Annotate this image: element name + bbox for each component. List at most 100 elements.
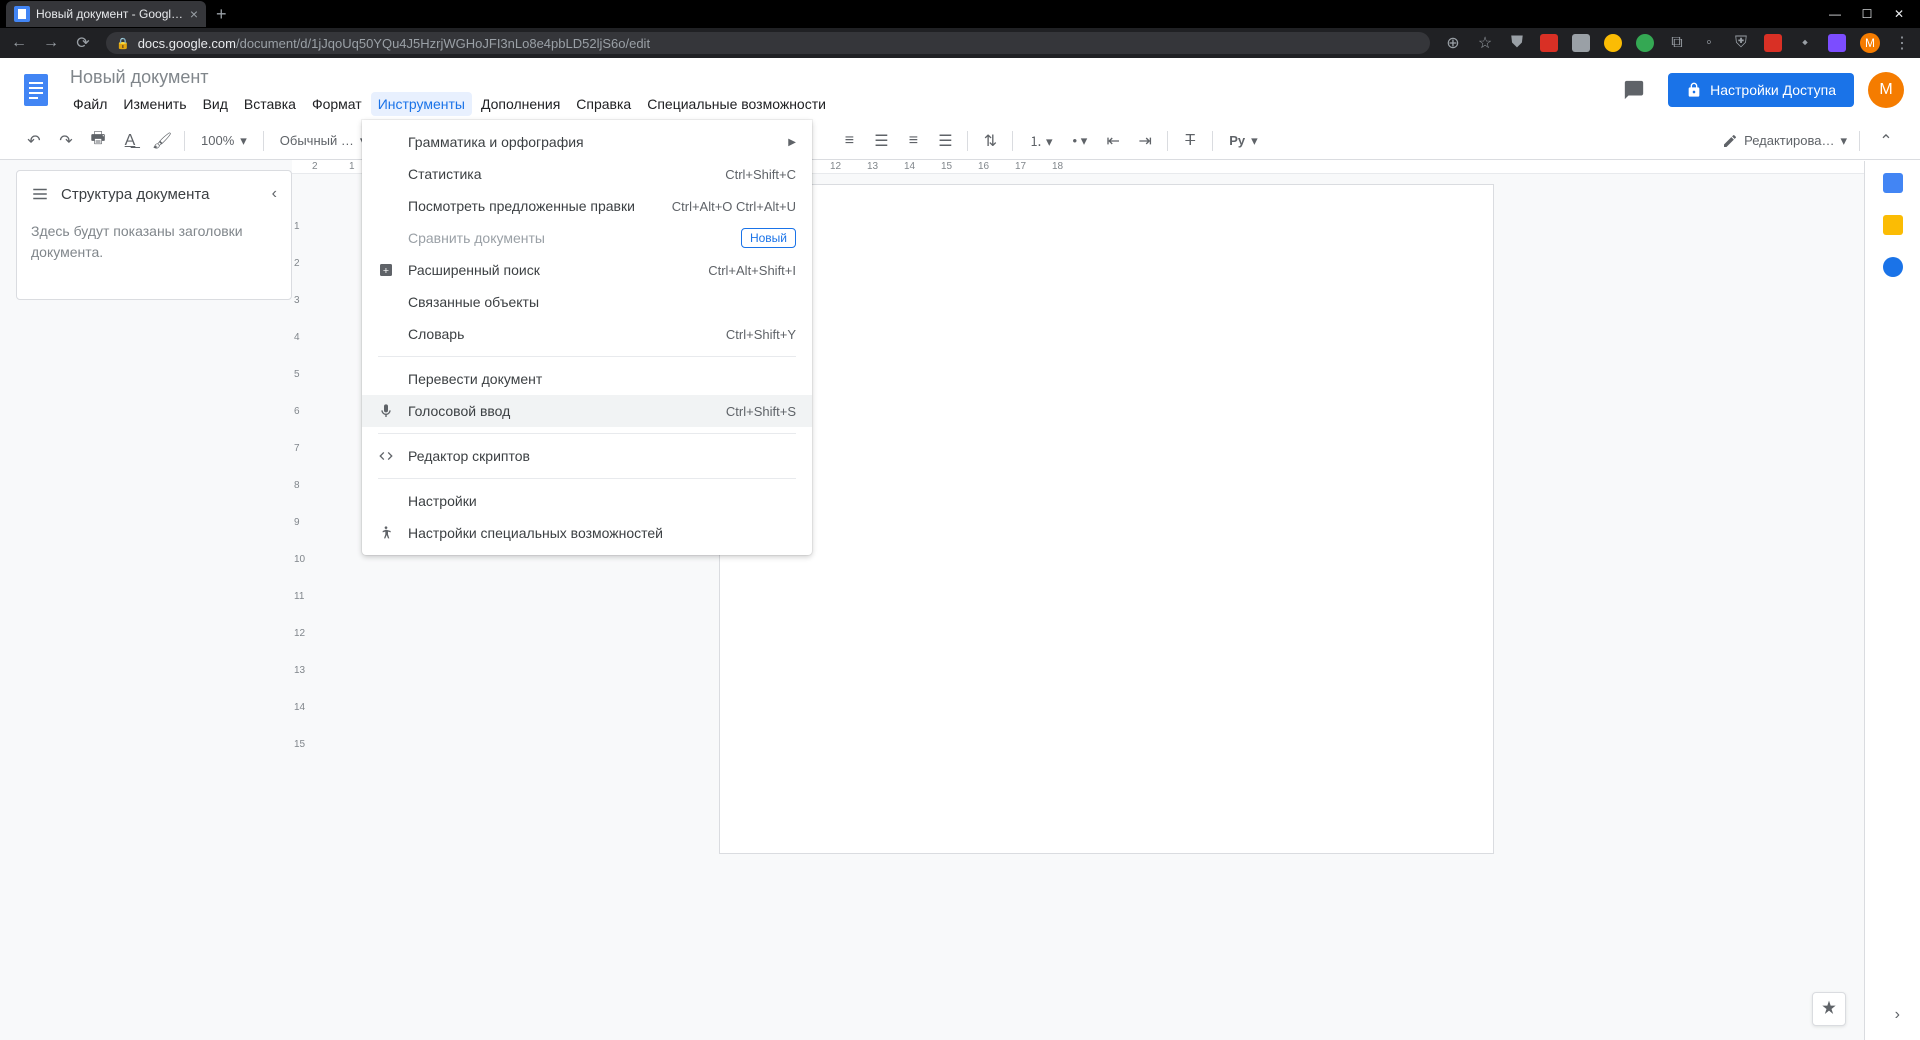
dropdown-item[interactable]: Грамматика и орфография▶ [362, 126, 812, 158]
extension-icon[interactable]: ⬩ [1796, 34, 1814, 52]
dropdown-item[interactable]: Перевести документ [362, 363, 812, 395]
dropdown-item[interactable]: Голосовой вводCtrl+Shift+S [362, 395, 812, 427]
lock-icon [1686, 82, 1702, 98]
pocket-icon[interactable]: ⛊ [1508, 34, 1526, 52]
explore-button[interactable] [1812, 992, 1846, 1026]
new-tab-button[interactable]: + [216, 4, 227, 25]
menu-item[interactable]: Справка [569, 92, 638, 116]
docs-logo-icon[interactable] [16, 70, 56, 110]
ruler-tick: 13 [294, 665, 305, 676]
nav-forward-icon[interactable]: → [42, 34, 60, 52]
browser-tab[interactable]: Новый документ - Google Доку × [6, 1, 206, 27]
editing-mode-select[interactable]: Редактирова… ▾ [1722, 133, 1847, 149]
window-maximize-icon[interactable]: ☐ [1860, 7, 1874, 21]
blank-icon [376, 196, 396, 216]
ruler-tick: 2 [294, 258, 300, 269]
menu-item[interactable]: Вид [196, 92, 235, 116]
collapse-toolbar-icon[interactable]: ⌃ [1872, 127, 1900, 155]
numbered-list-icon[interactable]: ⒈ ▾ [1021, 131, 1060, 150]
clear-formatting-icon[interactable]: T [1176, 127, 1204, 155]
ruler-tick: 8 [294, 480, 300, 491]
align-right-icon[interactable]: ≡ [899, 127, 927, 155]
menu-item[interactable]: Специальные возможности [640, 92, 833, 116]
redo-icon[interactable]: ↷ [52, 127, 80, 155]
zoom-icon[interactable]: ⊕ [1444, 33, 1462, 53]
vertical-ruler[interactable]: 123456789101112131415 [292, 174, 306, 1040]
nav-back-icon[interactable]: ← [10, 34, 28, 52]
dropdown-item[interactable]: Связанные объекты [362, 286, 812, 318]
document-page[interactable] [719, 184, 1494, 854]
url-input[interactable]: 🔒 docs.google.com/document/d/1jJqoUq50YQ… [106, 32, 1430, 54]
ruler-tick: 12 [294, 628, 305, 639]
align-justify-icon[interactable]: ☰ [931, 127, 959, 155]
ruler-tick: 15 [941, 161, 952, 172]
dropdown-item[interactable]: СтатистикаCtrl+Shift+C [362, 158, 812, 190]
share-button[interactable]: Настройки Доступа [1668, 73, 1854, 107]
account-avatar[interactable]: M [1868, 72, 1904, 108]
dropdown-item[interactable]: +Расширенный поискCtrl+Alt+Shift+I [362, 254, 812, 286]
dropdown-item[interactable]: Настройки [362, 485, 812, 517]
dropdown-shortcut: Ctrl+Shift+C [725, 167, 796, 182]
line-spacing-icon[interactable]: ⇅ [976, 127, 1004, 155]
zoom-select[interactable]: 100% ▾ [193, 133, 255, 149]
extension-icon[interactable]: ⧉ [1668, 34, 1686, 52]
extension-icon[interactable] [1636, 34, 1654, 52]
input-tools-icon[interactable]: Ру ▾ [1221, 133, 1265, 149]
calendar-icon[interactable] [1883, 173, 1903, 193]
profile-avatar[interactable]: M [1860, 33, 1880, 53]
decrease-indent-icon[interactable]: ⇤ [1099, 127, 1127, 155]
menu-separator [378, 478, 796, 479]
tools-dropdown: Грамматика и орфография▶СтатистикаCtrl+S… [362, 120, 812, 555]
pencil-icon [1722, 133, 1738, 149]
side-panel: › [1864, 161, 1920, 1040]
dropdown-item[interactable]: СловарьCtrl+Shift+Y [362, 318, 812, 350]
browser-tab-strip: Новый документ - Google Доку × + — ☐ ✕ [0, 0, 1920, 28]
dropdown-item-label: Голосовой ввод [408, 403, 714, 419]
tasks-icon[interactable] [1883, 257, 1903, 277]
extension-icon[interactable] [1764, 34, 1782, 52]
outline-collapse-icon[interactable]: ‹ [272, 185, 277, 203]
spellcheck-icon[interactable]: A̲ [116, 127, 144, 155]
align-center-icon[interactable]: ☰ [867, 127, 895, 155]
dropdown-item[interactable]: Настройки специальных возможностей [362, 517, 812, 549]
paint-format-icon[interactable]: 🖌 [148, 127, 176, 155]
outline-title: Структура документа [61, 186, 209, 203]
keep-icon[interactable] [1883, 215, 1903, 235]
dropdown-item[interactable]: Редактор скриптов [362, 440, 812, 472]
dropdown-shortcut: Ctrl+Shift+Y [726, 327, 796, 342]
dropdown-item[interactable]: Посмотреть предложенные правкиCtrl+Alt+O… [362, 190, 812, 222]
bookmark-icon[interactable]: ☆ [1476, 33, 1494, 53]
side-panel-expand-icon[interactable]: › [1895, 1006, 1900, 1024]
blank-icon [376, 164, 396, 184]
extension-icon[interactable] [1572, 34, 1590, 52]
tab-close-icon[interactable]: × [190, 6, 198, 22]
menu-item[interactable]: Инструменты [371, 92, 472, 116]
extension-icon[interactable] [1540, 34, 1558, 52]
menu-item[interactable]: Файл [66, 92, 114, 116]
blank-icon [376, 132, 396, 152]
style-select[interactable]: Обычный … ▾ [272, 133, 375, 149]
increase-indent-icon[interactable]: ⇥ [1131, 127, 1159, 155]
ruler-tick: 1 [349, 161, 355, 172]
extension-icon[interactable] [1828, 34, 1846, 52]
ruler-tick: 12 [830, 161, 841, 172]
extension-icon[interactable]: ⛨ [1732, 34, 1750, 52]
bulleted-list-icon[interactable]: • ▾ [1065, 133, 1096, 149]
browser-menu-icon[interactable]: ⋮ [1894, 33, 1910, 53]
ruler-tick: 2 [312, 161, 318, 172]
menu-item[interactable]: Формат [305, 92, 369, 116]
extension-icon[interactable]: ◦ [1700, 34, 1718, 52]
document-title[interactable]: Новый документ [66, 65, 1604, 90]
extension-icon[interactable] [1604, 34, 1622, 52]
nav-reload-icon[interactable]: ⟳ [74, 33, 92, 53]
align-left-icon[interactable]: ≡ [835, 127, 863, 155]
window-close-icon[interactable]: ✕ [1892, 7, 1906, 21]
window-minimize-icon[interactable]: — [1828, 7, 1842, 21]
menu-item[interactable]: Изменить [116, 92, 193, 116]
comments-button[interactable] [1614, 70, 1654, 110]
menu-item[interactable]: Дополнения [474, 92, 567, 116]
undo-icon[interactable]: ↶ [20, 127, 48, 155]
dropdown-item-label: Связанные объекты [408, 294, 796, 310]
print-icon[interactable]: 🖶 [84, 127, 112, 155]
menu-item[interactable]: Вставка [237, 92, 303, 116]
